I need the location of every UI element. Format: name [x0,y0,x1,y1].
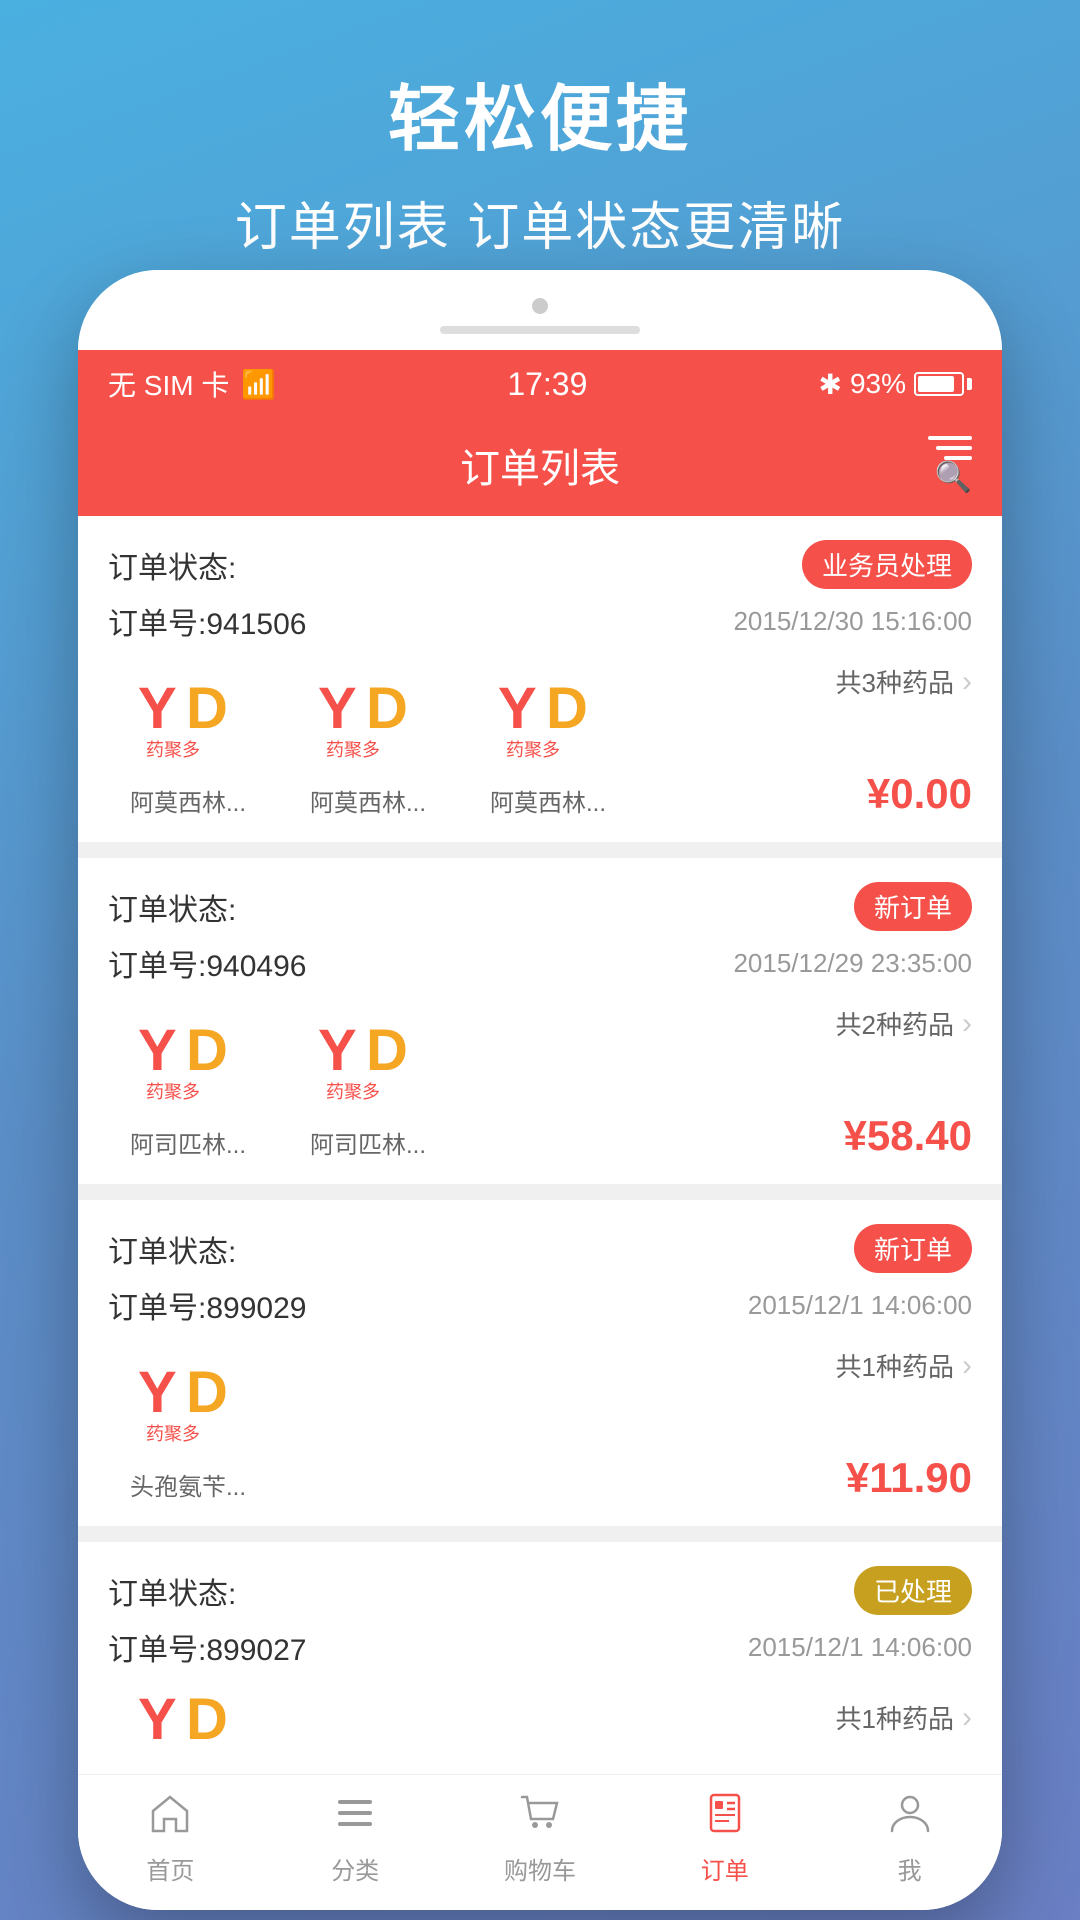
product-name: 头孢氨苄... [130,1467,246,1502]
order-item[interactable]: 订单状态: 新订单 订单号:940496 2015/12/29 23:35:00 [78,858,1002,1184]
order-status-label: 订单状态: [108,1227,236,1271]
order-number: 订单号:899029 [108,1283,306,1327]
svg-text:Y: Y [318,1018,357,1083]
order-product-count: 共3种药品 › [836,663,972,700]
product-item: Y D 药聚多 阿莫西林... [288,663,448,818]
nav-orders[interactable]: 订单 [665,1791,785,1886]
order-status-label: 订单状态: [108,885,236,929]
phone-slider [440,326,640,334]
product-name: 阿莫西林... [130,783,246,818]
order-status-badge: 已处理 [854,1566,972,1615]
order-number: 订单号:899027 [108,1625,306,1669]
status-time: 17:39 [507,366,587,403]
svg-text:D: D [186,1689,228,1752]
svg-text:D: D [186,1018,228,1083]
nav-cart[interactable]: 购物车 [480,1791,600,1886]
product-name: 阿司匹林... [130,1125,246,1160]
svg-text:药聚多: 药聚多 [326,740,380,760]
order-status-badge: 新订单 [854,1224,972,1273]
order-status-label: 订单状态: [108,1569,236,1613]
nav-cart-label: 购物车 [504,1851,576,1886]
order-product-count: 共1种药品 › [836,1699,972,1736]
order-price: ¥58.40 [844,1112,972,1160]
order-date: 2015/12/1 14:06:00 [748,1632,972,1663]
order-number: 订单号:940496 [108,941,306,985]
bluetooth-icon: ✱ [818,368,841,401]
svg-text:D: D [366,676,408,741]
phone-camera [532,298,548,314]
svg-text:D: D [186,676,228,741]
svg-text:药聚多: 药聚多 [146,1082,200,1102]
order-number: 订单号:941506 [108,599,306,643]
order-item[interactable]: 订单状态: 已处理 订单号:899027 2015/12/1 14:06:00 [78,1542,1002,1779]
wifi-icon: 📶 [241,368,276,401]
order-status-badge: 业务员处理 [802,540,972,589]
order-product-count: 共2种药品 › [836,1005,972,1042]
svg-text:药聚多: 药聚多 [146,1424,200,1444]
phone-top-decoration [78,270,1002,350]
nav-home-label: 首页 [146,1851,194,1886]
product-name: 阿莫西林... [310,783,426,818]
product-item: Y D 药聚多 阿莫西林... [468,663,628,818]
product-name: 阿司匹林... [310,1125,426,1160]
order-date: 2015/12/30 15:16:00 [733,606,972,637]
status-right: ✱ 93% [818,368,972,401]
nav-profile-label: 我 [898,1851,922,1886]
page-title: 订单列表 [164,436,916,494]
bg-title: 轻松便捷 [0,60,1080,165]
phone-frame: 无 SIM 卡 📶 17:39 ✱ 93% 订单列表 [78,270,1002,1910]
nav-home[interactable]: 首页 [110,1791,230,1886]
svg-text:Y: Y [138,676,177,741]
svg-text:D: D [186,1360,228,1425]
home-icon [148,1791,192,1843]
svg-text:药聚多: 药聚多 [506,740,560,760]
product-name: 阿莫西林... [490,783,606,818]
nav-category[interactable]: 分类 [295,1791,415,1886]
svg-text:Y: Y [138,1360,177,1425]
order-price: ¥11.90 [846,1454,972,1502]
cart-icon [518,1791,562,1843]
filter-search-button[interactable]: 🔍 [916,437,972,493]
order-item[interactable]: 订单状态: 业务员处理 订单号:941506 2015/12/30 15:16:… [78,516,1002,842]
product-item: Y D 药聚多 阿司匹林... [288,1005,448,1160]
status-carrier: 无 SIM 卡 📶 [108,364,276,404]
bottom-navigation: 首页 分类 [78,1774,1002,1910]
product-item: Y D 药聚多 头孢氨苄... [108,1347,268,1502]
svg-text:Y: Y [138,1018,177,1083]
order-icon [703,1791,747,1843]
profile-icon [888,1791,932,1843]
status-bar: 无 SIM 卡 📶 17:39 ✱ 93% [78,350,1002,418]
order-price: ¥0.00 [867,770,972,818]
order-date: 2015/12/29 23:35:00 [733,948,972,979]
nav-category-label: 分类 [331,1851,379,1886]
svg-text:药聚多: 药聚多 [326,1082,380,1102]
svg-text:D: D [366,1018,408,1083]
svg-text:药聚多: 药聚多 [146,740,200,760]
product-item: Y D 药聚多 阿司匹林... [108,1005,268,1160]
svg-text:Y: Y [318,676,357,741]
nav-orders-label: 订单 [701,1851,749,1886]
order-status-badge: 新订单 [854,882,972,931]
category-icon [333,1791,377,1843]
order-status-label: 订单状态: [108,543,236,587]
app-header: 订单列表 🔍 [78,418,1002,516]
order-list[interactable]: 订单状态: 业务员处理 订单号:941506 2015/12/30 15:16:… [78,516,1002,1910]
bg-subtitle: 订单列表 订单状态更清晰 [0,185,1080,260]
battery-percentage: 93% [850,368,906,400]
battery-icon [914,372,972,396]
svg-text:D: D [546,676,588,741]
order-date: 2015/12/1 14:06:00 [748,1290,972,1321]
product-item: Y D 药聚多 阿莫西林... [108,663,268,818]
order-item[interactable]: 订单状态: 新订单 订单号:899029 2015/12/1 14:06:00 [78,1200,1002,1526]
product-item: Y D [108,1689,268,1779]
svg-text:Y: Y [138,1689,177,1752]
svg-text:Y: Y [498,676,537,741]
order-product-count: 共1种药品 › [836,1347,972,1384]
nav-profile[interactable]: 我 [850,1791,970,1886]
